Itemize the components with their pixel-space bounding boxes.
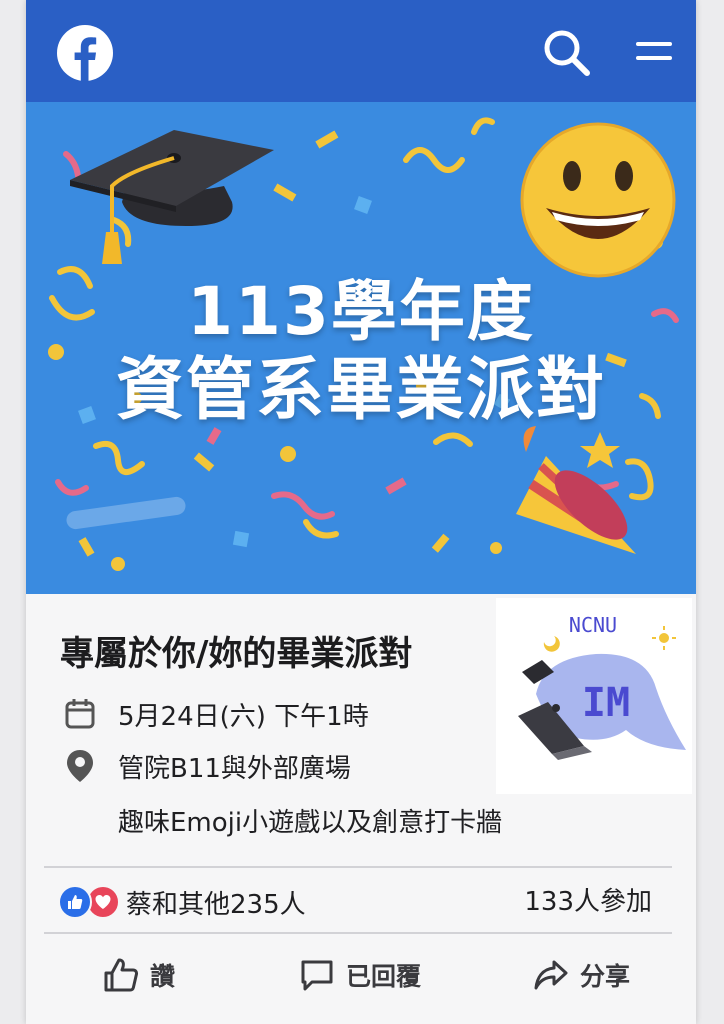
event-location-row: 管院B11與外部廣場 bbox=[60, 746, 351, 786]
logo-top-text: NCNU bbox=[569, 613, 617, 637]
event-date-row: 5月24日(六) 下午1時 bbox=[60, 694, 369, 734]
graduation-cap-icon bbox=[70, 130, 274, 264]
share-arrow-icon bbox=[534, 960, 568, 990]
like-button[interactable]: 讚 bbox=[102, 944, 175, 1006]
facebook-logo-icon[interactable] bbox=[56, 24, 114, 82]
comment-bubble-icon bbox=[301, 960, 333, 991]
search-icon[interactable] bbox=[540, 26, 594, 80]
event-date: 5月24日(六) 下午1時 bbox=[118, 701, 369, 732]
share-button[interactable]: 分享 bbox=[532, 944, 630, 1006]
event-location[interactable]: 管院B11與外部廣場 bbox=[118, 748, 351, 785]
like-reaction-icon bbox=[58, 885, 92, 919]
share-label: 分享 bbox=[580, 962, 631, 991]
divider bbox=[44, 932, 672, 934]
calendar-icon bbox=[60, 694, 100, 734]
ncnu-im-logo: NCNU IM bbox=[496, 598, 692, 794]
hamburger-menu-icon[interactable] bbox=[632, 34, 676, 70]
reactions-summary[interactable]: 蔡和其他235人 bbox=[58, 882, 306, 922]
replied-button[interactable]: 已回覆 bbox=[298, 944, 421, 1006]
replied-label: 已回覆 bbox=[346, 962, 422, 991]
reactions-count-text: 蔡和其他235人 bbox=[126, 889, 306, 920]
location-pin-icon bbox=[60, 746, 100, 786]
event-banner: 113學年度 資管系畢業派對 bbox=[26, 102, 696, 594]
smiley-face-icon bbox=[520, 122, 676, 278]
logo-badge-text: IM bbox=[582, 680, 630, 726]
party-popper-icon bbox=[516, 426, 636, 554]
thumbs-up-icon bbox=[104, 958, 139, 992]
event-title: 專屬於你/妳的畢業派對 bbox=[60, 634, 413, 674]
action-bar: 讚 已回覆 分享 bbox=[26, 944, 696, 1006]
event-post-card: 113學年度 資管系畢業派對 專屬於你/妳的畢業派對 5月24日(六) 下午1時… bbox=[26, 0, 696, 1024]
event-activity: 趣味Emoji小遊戲以及創意打卡牆 bbox=[118, 807, 503, 838]
like-label: 讚 bbox=[150, 962, 176, 991]
attending-count[interactable]: 133人參加 bbox=[524, 882, 652, 922]
top-bar bbox=[26, 0, 696, 102]
event-activity-row: 趣味Emoji小遊戲以及創意打卡牆 bbox=[118, 800, 502, 840]
divider bbox=[44, 866, 672, 868]
banner-title-line2: 資管系畢業派對 bbox=[115, 351, 606, 430]
